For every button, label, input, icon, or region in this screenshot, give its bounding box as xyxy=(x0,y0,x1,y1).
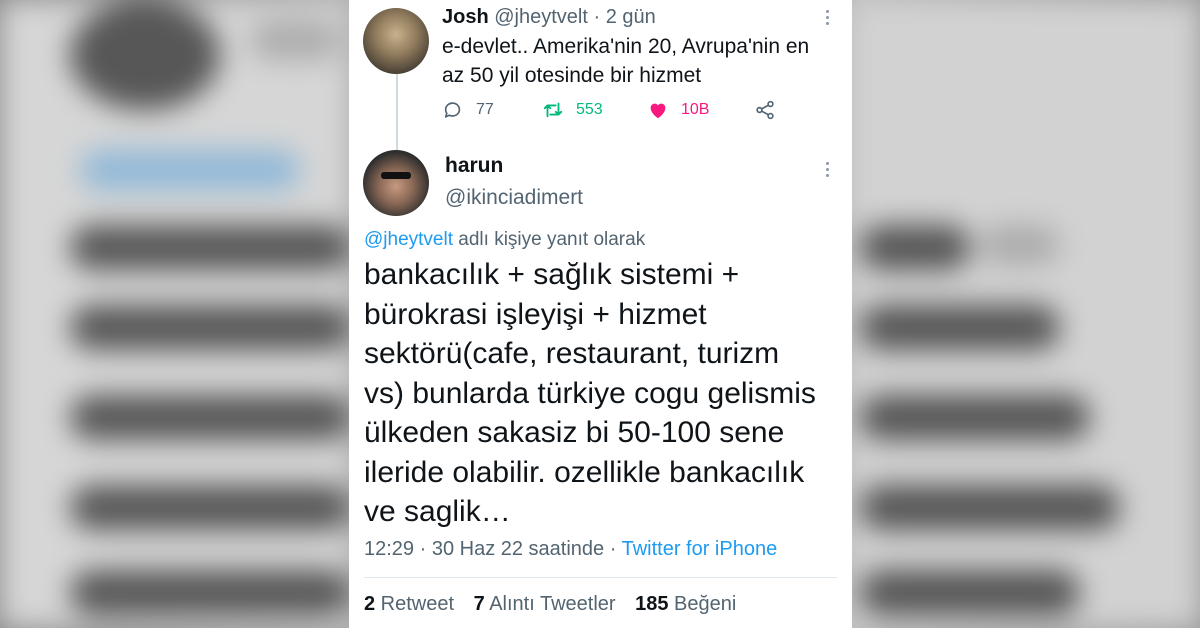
likes-stat-count: 185 xyxy=(635,593,669,615)
tweet-source-link[interactable]: Twitter for iPhone xyxy=(622,538,778,560)
reply-mention-link[interactable]: @jheytvelt xyxy=(364,229,453,250)
divider xyxy=(364,577,837,578)
tweet-meta: 12:29 · 30 Haz 22 saatinde · Twitter for… xyxy=(364,538,777,561)
separator-dot: · xyxy=(593,6,601,28)
parent-tweet-header: Josh @jheytvelt · 2 gün xyxy=(442,6,656,29)
like-count: 10B xyxy=(681,101,710,118)
parent-tweet-actions: 77 553 10B xyxy=(442,96,842,124)
likes-stat-label: Beğeni xyxy=(668,593,737,615)
reply-button[interactable]: 77 xyxy=(442,96,494,124)
tweet-text-line: ülkeden sakasiz bi 50-100 sene xyxy=(364,416,785,449)
share-button[interactable] xyxy=(754,96,788,124)
parent-tweet-line: e-devlet.. Amerika'nin 20, Avrupa'nin en xyxy=(442,35,810,58)
retweets-stat[interactable]: 2 Retweet xyxy=(364,593,454,615)
parent-tweet-time[interactable]: 2 gün xyxy=(606,6,656,28)
reply-context: @jheytvelt adlı kişiye yanıt olarak xyxy=(364,229,645,251)
avatar-glasses xyxy=(381,172,411,179)
thread-connector-line xyxy=(396,74,398,154)
tweet-stats: 2 Retweet 7 Alıntı Tweetler 185 Beğeni xyxy=(364,593,750,616)
tweet-card: Josh @jheytvelt · 2 gün e-devlet.. Ameri… xyxy=(349,0,852,628)
tweet-text-line: ileride olabilir. ozellikle bankacılık xyxy=(364,455,805,489)
tweet-text-line: bürokrasi işleyişi + hizmet xyxy=(364,297,707,331)
reply-context-label: adlı kişiye yanıt olarak xyxy=(453,229,646,250)
tweet-timestamp[interactable]: 12:29 · 30 Haz 22 saatinde · xyxy=(364,538,622,560)
like-button[interactable]: 10B xyxy=(647,96,709,124)
tweet-text: bankacılık + sağlık sistemi + bürokrasi … xyxy=(364,255,844,532)
quotes-stat[interactable]: 7 Alıntı Tweetler xyxy=(474,593,616,615)
likes-stat[interactable]: 185 Beğeni xyxy=(635,593,736,615)
retweet-count: 553 xyxy=(576,101,603,118)
retweets-stat-count: 2 xyxy=(364,593,376,615)
quotes-stat-label: Alıntı Tweetler xyxy=(484,593,616,615)
blurred-background-left xyxy=(0,0,350,628)
tweet-text-line: vs) bunlarda türkiye cogu gelismis xyxy=(364,376,816,410)
author-handle[interactable]: @ikinciadimert xyxy=(445,186,583,210)
reply-count: 77 xyxy=(476,101,494,118)
retweets-stat-label: Retweet xyxy=(375,593,455,615)
more-icon[interactable] xyxy=(817,159,837,179)
retweet-button[interactable]: 553 xyxy=(542,96,603,124)
share-icon xyxy=(756,100,774,120)
reply-icon xyxy=(444,102,461,118)
avatar-harun[interactable] xyxy=(363,150,429,216)
heart-icon xyxy=(650,103,666,119)
parent-tweet-line: az 50 yil otesinde bir hizmet xyxy=(442,64,702,87)
parent-author-handle[interactable]: @jheytvelt xyxy=(494,6,588,28)
tweet-text-line: sektörü(cafe, restaurant, turizm xyxy=(364,337,780,370)
tweet-text-line: bankacılık + sağlık sistemi + xyxy=(364,258,740,291)
parent-tweet-text: e-devlet.. Amerika'nin 20, Avrupa'nin en… xyxy=(442,32,842,90)
retweet-icon xyxy=(543,102,563,118)
more-icon[interactable] xyxy=(817,7,837,27)
tweet-text-line: ve saglik… xyxy=(364,495,511,528)
blurred-background-right xyxy=(850,0,1200,628)
avatar-josh[interactable] xyxy=(363,8,429,74)
parent-author-name[interactable]: Josh xyxy=(442,6,489,28)
author-name[interactable]: harun xyxy=(445,154,503,178)
quotes-stat-count: 7 xyxy=(473,593,485,615)
